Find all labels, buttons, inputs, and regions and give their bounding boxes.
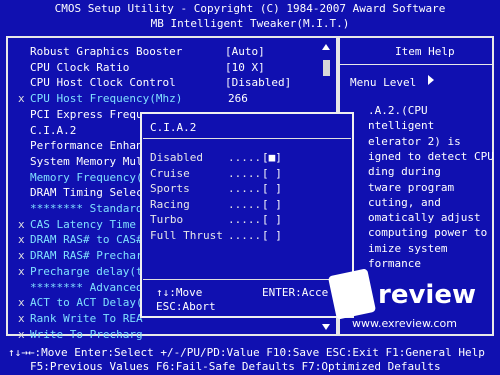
scroll-up-arrow-icon[interactable]	[322, 44, 330, 50]
setting-label: C.I.A.2	[30, 124, 77, 137]
setting-row[interactable]: CPU Clock Ratio	[18, 61, 129, 75]
footer-keys-line1: ↑↓→←:Move Enter:Select +/-/PU/PD:Value F…	[8, 346, 485, 359]
setting-row[interactable]: System Memory Mul	[18, 155, 143, 169]
disabled-mark: x	[18, 92, 25, 105]
setting-row[interactable]: PCI Express Frequ	[18, 108, 143, 122]
setting-label: CAS Latency Time	[30, 218, 136, 231]
disabled-mark: x	[18, 312, 25, 325]
popup-title: C.I.A.2	[150, 121, 197, 134]
help-line: igned to detect CPU	[368, 150, 494, 163]
popup-option-dots: .....	[228, 198, 262, 211]
popup-option[interactable]: Cruise	[150, 167, 190, 181]
popup-title-divider	[143, 138, 351, 139]
popup-option-radio[interactable]: [ ]	[262, 213, 282, 227]
popup-option[interactable]: Racing	[150, 198, 190, 212]
setting-label: ******** Standard	[30, 202, 143, 215]
disabled-mark: x	[18, 249, 25, 262]
setting-row[interactable]: C.I.A.2	[18, 124, 76, 138]
setting-row[interactable]: CPU Host Clock Control	[18, 76, 176, 90]
item-help-title: Item Help	[395, 45, 455, 58]
setting-label: Write To Precharg	[30, 328, 143, 341]
setting-row[interactable]: Performance Enhan	[18, 139, 143, 153]
popup-option-dots: .....	[228, 182, 262, 195]
setting-label: CPU Host Clock Control	[30, 76, 176, 89]
popup-enter-hint: ENTER:Acce	[262, 286, 329, 299]
popup-option-dots: .....	[228, 229, 262, 242]
setting-row[interactable]: x Rank Write To REA	[18, 312, 143, 326]
setting-row[interactable]: Robust Graphics Booster	[18, 45, 182, 59]
popup-option[interactable]: Sports	[150, 182, 190, 196]
bios-title: CMOS Setup Utility - Copyright (C) 1984-…	[54, 2, 446, 15]
help-line: formance	[368, 257, 421, 270]
setting-value[interactable]: [Auto]	[225, 45, 265, 59]
setting-row[interactable]: x CPU Host Frequency(Mhz)	[18, 92, 182, 106]
popup-option-dots: .....	[228, 167, 262, 180]
setting-label: Robust Graphics Booster	[30, 45, 183, 58]
setting-label: CPU Host Frequency(Mhz)	[30, 92, 183, 105]
setting-row[interactable]: x Write To Precharg	[18, 328, 143, 342]
watermark-url: www.exreview.com	[352, 317, 457, 330]
popup-option[interactable]: Disabled	[150, 151, 203, 165]
setting-label: Rank Write To REA	[30, 312, 143, 325]
setting-label: DRAM RAS# Prechar	[30, 249, 143, 262]
setting-label: System Memory Mul	[30, 155, 143, 168]
disabled-mark: x	[18, 328, 25, 341]
disabled-mark: x	[18, 265, 25, 278]
disabled-mark: x	[18, 296, 25, 309]
setting-row[interactable]: Memory Frequency(	[18, 171, 143, 185]
menu-level-label: Menu Level	[350, 76, 417, 89]
popup-option-radio[interactable]: [ ]	[262, 198, 282, 212]
popup-option[interactable]: Full Thrust	[150, 229, 223, 243]
popup-abort-hint: ESC:Abort	[156, 300, 216, 313]
setting-row[interactable]: x CAS Latency Time	[18, 218, 136, 232]
setting-value[interactable]: [Disabled]	[225, 76, 291, 90]
setting-row[interactable]: x DRAM RAS# to CAS#	[18, 233, 143, 247]
setting-label: Memory Frequency(	[30, 171, 143, 184]
setting-label: DRAM Timing Selec	[30, 186, 143, 199]
help-line: ding during	[368, 165, 441, 178]
help-line: computing power to	[368, 226, 488, 239]
setting-row[interactable]: ******** Standard	[18, 202, 143, 216]
watermark-brand: review	[378, 280, 476, 310]
help-line: omatically adjust	[368, 211, 481, 224]
scroll-down-arrow-icon[interactable]	[322, 324, 330, 330]
help-line: cuting, and	[368, 196, 441, 209]
page-title: MB Intelligent Tweaker(M.I.T.)	[150, 17, 350, 30]
setting-value[interactable]: [10 X]	[225, 61, 265, 75]
popup-keys-divider	[143, 279, 351, 280]
popup-option[interactable]: Turbo	[150, 213, 183, 227]
popup-move-hint: ↑↓:Move	[156, 286, 203, 299]
setting-row[interactable]: x DRAM RAS# Prechar	[18, 249, 143, 263]
setting-label: ******** Advanced	[30, 281, 143, 294]
setting-row[interactable]: DRAM Timing Selec	[18, 186, 143, 200]
setting-label: PCI Express Frequ	[30, 108, 143, 121]
disabled-mark: x	[18, 233, 25, 246]
scroll-thumb[interactable]	[323, 60, 330, 76]
setting-row[interactable]: x Precharge delay(t	[18, 265, 143, 279]
setting-row[interactable]: x ACT to ACT Delay(	[18, 296, 143, 310]
setting-label: Precharge delay(t	[30, 265, 143, 278]
help-line: imize system	[368, 242, 448, 255]
setting-label: Performance Enhan	[30, 139, 143, 152]
help-line: ntelligent	[368, 119, 435, 132]
help-divider	[340, 64, 492, 65]
help-line: .A.2.(CPU	[368, 104, 428, 117]
popup-option-radio[interactable]: [ ]	[262, 182, 282, 196]
help-line: elerator 2) is	[368, 135, 461, 148]
popup-option-radio[interactable]: [ ]	[262, 229, 282, 243]
popup-option-dots: .....	[228, 213, 262, 226]
setting-label: ACT to ACT Delay(	[30, 296, 143, 309]
disabled-mark: x	[18, 218, 25, 231]
popup-option-radio[interactable]: [ ]	[262, 167, 282, 181]
footer-keys-line2: F5:Previous Values F6:Fail-Safe Defaults…	[30, 360, 441, 373]
menu-level-arrow-icon	[428, 75, 434, 85]
setting-label: CPU Clock Ratio	[30, 61, 130, 74]
setting-row[interactable]: ******** Advanced	[18, 281, 143, 295]
popup-option-dots: .....	[228, 151, 262, 164]
popup-option-radio[interactable]: [■]	[262, 151, 282, 165]
setting-label: DRAM RAS# to CAS#	[30, 233, 143, 246]
help-line: tware program	[368, 181, 455, 194]
setting-value[interactable]: 266	[228, 92, 248, 106]
